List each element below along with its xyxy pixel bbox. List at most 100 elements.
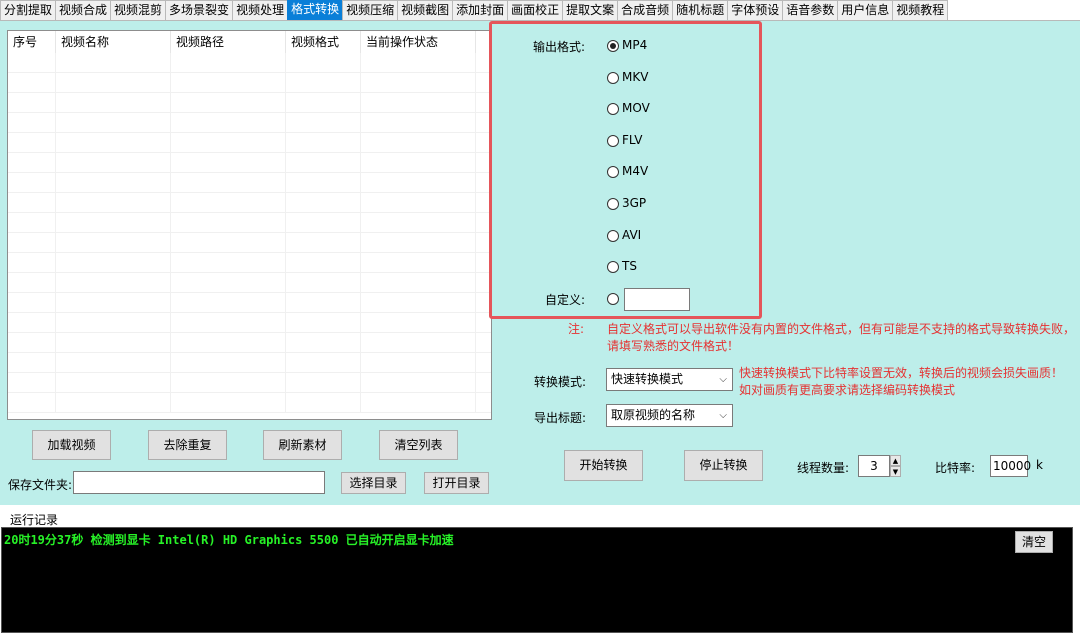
column-header-status[interactable]: 当前操作状态 [361, 31, 476, 53]
radio-label-mkv[interactable]: MKV [622, 70, 648, 84]
table-cell [56, 373, 171, 392]
table-cell [286, 133, 361, 152]
table-cell [286, 213, 361, 232]
custom-format-input[interactable] [624, 288, 690, 311]
log-output[interactable]: 20时19分37秒 检测到显卡 Intel(R) HD Graphics 550… [1, 527, 1073, 633]
tab-13[interactable]: 随机标题 [672, 0, 729, 20]
radio-flv[interactable] [607, 135, 619, 147]
table-row[interactable] [8, 173, 491, 193]
tab-2[interactable]: 视频合成 [55, 0, 112, 20]
column-header-name[interactable]: 视频名称 [56, 31, 171, 53]
radio-3gp[interactable] [607, 198, 619, 210]
column-header-path[interactable]: 视频路径 [171, 31, 286, 53]
tab-4[interactable]: 多场景裂变 [165, 0, 234, 20]
load-video-button[interactable]: 加载视频 [32, 430, 111, 460]
convert-mode-select[interactable]: 快速转换模式 ⌵ [606, 368, 733, 391]
open-dir-button[interactable]: 打开目录 [424, 472, 489, 494]
radio-mov[interactable] [607, 103, 619, 115]
radio-label-ts[interactable]: TS [622, 259, 637, 273]
log-title: 运行记录 [10, 513, 59, 527]
column-header-index[interactable]: 序号 [8, 31, 56, 53]
bitrate-input[interactable]: 10000 [990, 455, 1031, 477]
table-row[interactable] [8, 153, 491, 173]
radio-custom[interactable] [607, 293, 619, 305]
table-row[interactable] [8, 193, 491, 213]
radio-mkv[interactable] [607, 72, 619, 84]
note-line-2: 请填写熟悉的文件格式！ [607, 339, 740, 353]
tab-15[interactable]: 语音参数 [782, 0, 839, 20]
table-row[interactable] [8, 393, 491, 413]
tab-17[interactable]: 视频教程 [892, 0, 949, 20]
table-row[interactable] [8, 113, 491, 133]
table-row[interactable] [8, 253, 491, 273]
clear-log-button[interactable]: 清空 [1015, 531, 1053, 553]
radio-m4v[interactable] [607, 166, 619, 178]
table-cell [286, 313, 361, 332]
save-folder-input[interactable] [73, 471, 325, 494]
dedupe-button[interactable]: 去除重复 [148, 430, 227, 460]
table-row[interactable] [8, 53, 491, 73]
table-cell [361, 193, 476, 212]
table-cell [286, 173, 361, 192]
radio-mp4[interactable] [607, 40, 619, 52]
threads-value: 3 [870, 459, 878, 473]
radio-label-avi[interactable]: AVI [622, 228, 641, 242]
start-convert-button[interactable]: 开始转换 [564, 450, 643, 481]
table-row[interactable] [8, 373, 491, 393]
table-cell [8, 153, 56, 172]
radio-avi[interactable] [607, 230, 619, 242]
tab-7[interactable]: 视频压缩 [342, 0, 399, 20]
tab-1[interactable]: 分割提取 [0, 0, 57, 20]
export-title-label: 导出标题: [534, 411, 587, 425]
export-title-select[interactable]: 取原视频的名称 ⌵ [606, 404, 733, 427]
stepper-up-icon[interactable]: ▲ [890, 455, 901, 466]
table-cell [8, 113, 56, 132]
table-cell [56, 313, 171, 332]
tab-10[interactable]: 画面校正 [507, 0, 564, 20]
tab-12[interactable]: 合成音频 [617, 0, 674, 20]
tab-5[interactable]: 视频处理 [232, 0, 289, 20]
radio-label-3gp[interactable]: 3GP [622, 196, 646, 210]
table-cell [171, 193, 286, 212]
table-cell [8, 313, 56, 332]
table-row[interactable] [8, 93, 491, 113]
table-cell [8, 393, 56, 412]
table-row[interactable] [8, 73, 491, 93]
choose-dir-button[interactable]: 选择目录 [341, 472, 406, 494]
tab-14[interactable]: 字体预设 [727, 0, 784, 20]
column-header-format[interactable]: 视频格式 [286, 31, 361, 53]
table-cell [361, 313, 476, 332]
radio-label-mp4[interactable]: MP4 [622, 38, 647, 52]
file-table[interactable]: 序号 视频名称 视频路径 视频格式 当前操作状态 [7, 30, 492, 420]
tab-6[interactable]: 格式转换 [287, 0, 344, 20]
tab-11[interactable]: 提取文案 [562, 0, 619, 20]
radio-label-flv[interactable]: FLV [622, 133, 642, 147]
clear-list-button[interactable]: 清空列表 [379, 430, 458, 460]
table-row[interactable] [8, 333, 491, 353]
table-row[interactable] [8, 353, 491, 373]
tab-3[interactable]: 视频混剪 [110, 0, 167, 20]
tab-16[interactable]: 用户信息 [837, 0, 894, 20]
table-row[interactable] [8, 213, 491, 233]
table-cell [286, 193, 361, 212]
table-row[interactable] [8, 133, 491, 153]
refresh-button[interactable]: 刷新素材 [263, 430, 342, 460]
table-cell [361, 173, 476, 192]
table-row[interactable] [8, 293, 491, 313]
table-cell [286, 333, 361, 352]
radio-ts[interactable] [607, 261, 619, 273]
tab-8[interactable]: 视频截图 [397, 0, 454, 20]
table-cell [56, 273, 171, 292]
threads-stepper[interactable]: 3 ▲ ▼ [858, 455, 901, 477]
table-cell [476, 393, 491, 412]
stop-convert-button[interactable]: 停止转换 [684, 450, 763, 481]
stepper-down-icon[interactable]: ▼ [890, 466, 901, 477]
table-cell [56, 333, 171, 352]
table-row[interactable] [8, 313, 491, 333]
table-row[interactable] [8, 273, 491, 293]
radio-label-m4v[interactable]: M4V [622, 164, 648, 178]
tab-9[interactable]: 添加封面 [452, 0, 509, 20]
table-cell [361, 93, 476, 112]
table-row[interactable] [8, 233, 491, 253]
radio-label-mov[interactable]: MOV [622, 101, 650, 115]
